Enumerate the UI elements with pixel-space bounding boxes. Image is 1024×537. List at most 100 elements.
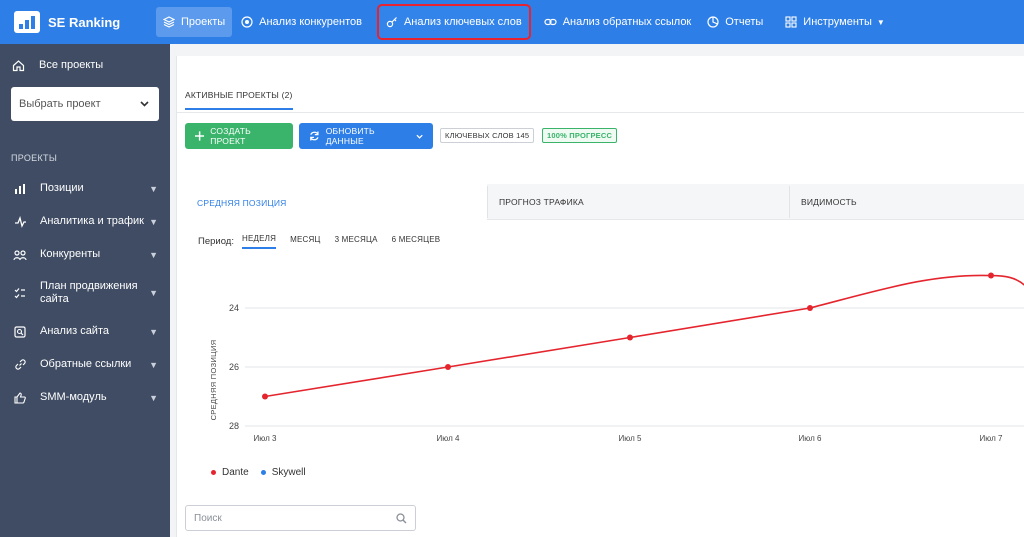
tabs-divider bbox=[177, 112, 1024, 113]
chevron-down-icon: ▼ bbox=[149, 249, 158, 260]
period-label: Период: bbox=[198, 236, 234, 247]
tab-visibility[interactable]: ВИДИМОСТЬ bbox=[789, 184, 1024, 220]
top-nav-bar: SE Ranking Проекты Анализ конкурентов Ан… bbox=[0, 0, 1024, 44]
search-icon bbox=[396, 512, 407, 523]
nav-keyword-analysis[interactable]: Анализ ключевых слов bbox=[376, 4, 531, 40]
update-data-button[interactable]: ОБНОВИТЬ ДАННЫЕ bbox=[299, 123, 433, 149]
x-tick-label: Июл 7 bbox=[980, 434, 1003, 443]
chevron-down-icon: ▼ bbox=[149, 183, 158, 194]
chevron-down-icon: ▼ bbox=[149, 326, 158, 337]
tab-active-projects[interactable]: АКТИВНЫЕ ПРОЕКТЫ (2) bbox=[185, 90, 293, 110]
plus-icon bbox=[195, 131, 205, 141]
sidebar: Все проекты Выбрать проект ПРОЕКТЫ Позиц… bbox=[0, 44, 170, 537]
chart-legend: Dante Skywell bbox=[211, 467, 318, 478]
data-point bbox=[807, 305, 813, 311]
chevron-down-icon: ▼ bbox=[149, 216, 158, 227]
layers-icon bbox=[163, 16, 175, 28]
sidebar-item-site-audit[interactable]: Анализ сайта ▼ bbox=[0, 315, 170, 348]
logo[interactable]: SE Ranking bbox=[0, 0, 150, 44]
sidebar-section-title: ПРОЕКТЫ bbox=[11, 153, 58, 163]
period-3-months[interactable]: 3 МЕСЯЦА bbox=[335, 235, 378, 248]
nav-tools[interactable]: Инструменты ▼ bbox=[778, 7, 892, 37]
nav-tools-label: Инструменты bbox=[803, 16, 872, 28]
y-tick-label: 28 bbox=[229, 421, 239, 431]
series-line bbox=[264, 274, 1024, 398]
sidebar-item-label: Анализ сайта bbox=[40, 325, 109, 337]
legend-marker bbox=[211, 470, 216, 475]
nav-projects[interactable]: Проекты bbox=[156, 7, 233, 37]
nav-backlink-analysis[interactable]: Анализ обратных ссылок bbox=[537, 7, 699, 37]
main-nav: Проекты Анализ конкурентов Анализ ключев… bbox=[150, 0, 894, 44]
sidebar-item-smm[interactable]: SMM-модуль ▼ bbox=[0, 381, 170, 414]
main-content: АКТИВНЫЕ ПРОЕКТЫ (2) СОЗДАТЬ ПРОЕКТ ОБНО… bbox=[170, 44, 1024, 537]
x-tick-label: Июл 5 bbox=[619, 434, 642, 443]
tab-average-position[interactable]: СРЕДНЯЯ ПОЗИЦИЯ bbox=[185, 184, 487, 221]
logo-icon bbox=[14, 11, 40, 33]
project-select[interactable]: Выбрать проект bbox=[11, 87, 159, 121]
create-project-label: СОЗДАТЬ ПРОЕКТ bbox=[210, 126, 251, 146]
y-tick-label: 24 bbox=[229, 303, 239, 313]
data-point bbox=[262, 393, 268, 400]
target-icon bbox=[241, 16, 253, 28]
period-week[interactable]: НЕДЕЛЯ bbox=[241, 234, 277, 249]
nav-competitors-label: Анализ конкурентов bbox=[259, 16, 362, 28]
chart-tabs: СРЕДНЯЯ ПОЗИЦИЯ ПРОГНОЗ ТРАФИКА ВИДИМОСТ… bbox=[185, 184, 1024, 221]
sidebar-all-projects[interactable]: Все проекты bbox=[0, 44, 170, 86]
nav-keyword-analysis-label: Анализ ключевых слов bbox=[403, 16, 522, 28]
legend-label: Dante bbox=[222, 467, 249, 478]
nav-reports-label: Отчеты bbox=[725, 16, 764, 28]
grid-icon bbox=[785, 16, 797, 28]
x-tick-label: Июл 3 bbox=[254, 434, 277, 443]
chevron-down-icon: ▼ bbox=[876, 17, 885, 27]
sidebar-item-promotion-plan[interactable]: План продвижения сайта ▼ bbox=[0, 271, 170, 315]
y-axis-label: СРЕДНЯЯ ПОЗИЦИЯ bbox=[209, 340, 218, 421]
x-tick-label: Июл 4 bbox=[437, 434, 460, 443]
chevron-down-icon: ▼ bbox=[149, 359, 158, 370]
legend-marker bbox=[260, 470, 266, 475]
link-icon bbox=[12, 358, 28, 371]
sidebar-item-competitors[interactable]: Конкуренты ▼ bbox=[0, 238, 170, 271]
sidebar-item-label: Позиции bbox=[40, 182, 84, 194]
chart-card: СРЕДНЯЯ ПОЗИЦИЯ ПРОГНОЗ ТРАФИКА ВИДИМОСТ… bbox=[185, 184, 1024, 492]
sidebar-item-positions[interactable]: Позиции ▼ bbox=[0, 172, 170, 205]
sidebar-item-label: Аналитика и трафик bbox=[40, 215, 144, 227]
period-month[interactable]: МЕСЯЦ bbox=[290, 235, 320, 248]
sidebar-item-label: Конкуренты bbox=[40, 248, 101, 260]
sidebar-item-label: План продвижения сайта bbox=[40, 280, 138, 305]
average-position-chart: 24 26 28 СРЕДНЯЯ ПОЗИЦИЯ Июл 3 Июл 4 Июл 5 Июл … bbox=[209, 272, 1024, 443]
nav-reports[interactable]: Отчеты bbox=[700, 7, 770, 37]
refresh-icon bbox=[310, 131, 319, 141]
key-icon bbox=[386, 17, 397, 28]
tab-traffic-forecast[interactable]: ПРОГНОЗ ТРАФИКА bbox=[487, 184, 789, 220]
legend-label: Skywell bbox=[271, 467, 306, 478]
x-tick-label: Июл 6 bbox=[799, 434, 822, 443]
period-6-months[interactable]: 6 МЕСЯЦЕВ bbox=[392, 235, 441, 248]
create-project-button[interactable]: СОЗДАТЬ ПРОЕКТ bbox=[185, 123, 293, 149]
legend-item-dante[interactable]: Dante bbox=[211, 467, 249, 478]
projects-panel: АКТИВНЫЕ ПРОЕКТЫ (2) СОЗДАТЬ ПРОЕКТ ОБНО… bbox=[176, 56, 1024, 537]
home-icon bbox=[12, 59, 25, 71]
period-selector: Период: НЕДЕЛЯ МЕСЯЦ 3 МЕСЯЦА 6 МЕСЯЦЕВ bbox=[198, 234, 440, 249]
sidebar-menu: Позиции ▼ Аналитика и трафик ▼ Конкурент… bbox=[0, 172, 170, 414]
keywords-count-badge: КЛЮЧЕВЫХ СЛОВ 145 bbox=[440, 128, 535, 143]
thumbs-up-icon bbox=[12, 391, 28, 404]
sidebar-item-backlinks[interactable]: Обратные ссылки ▼ bbox=[0, 348, 170, 381]
update-data-label: ОБНОВИТЬ ДАННЫЕ bbox=[325, 126, 375, 146]
data-point bbox=[445, 364, 451, 370]
chevron-down-icon bbox=[416, 134, 423, 139]
search-input[interactable]: Поиск bbox=[185, 505, 416, 531]
project-select-value: Выбрать проект bbox=[19, 98, 101, 110]
checklist-icon bbox=[12, 287, 28, 300]
sidebar-item-label: SMM-модуль bbox=[40, 391, 107, 403]
nav-competitors[interactable]: Анализ конкурентов bbox=[234, 7, 369, 37]
y-tick-label: 26 bbox=[229, 362, 239, 372]
data-point bbox=[627, 334, 633, 341]
chevron-down-icon: ▼ bbox=[149, 392, 158, 403]
bar-chart-icon bbox=[12, 183, 28, 195]
sidebar-item-analytics[interactable]: Аналитика и трафик ▼ bbox=[0, 205, 170, 238]
pulse-icon bbox=[12, 215, 28, 228]
legend-item-skywell[interactable]: Skywell bbox=[260, 467, 306, 478]
sidebar-all-projects-label: Все проекты bbox=[39, 59, 104, 71]
sidebar-item-label: Обратные ссылки bbox=[40, 358, 132, 370]
chevron-down-icon: ▼ bbox=[149, 288, 158, 298]
